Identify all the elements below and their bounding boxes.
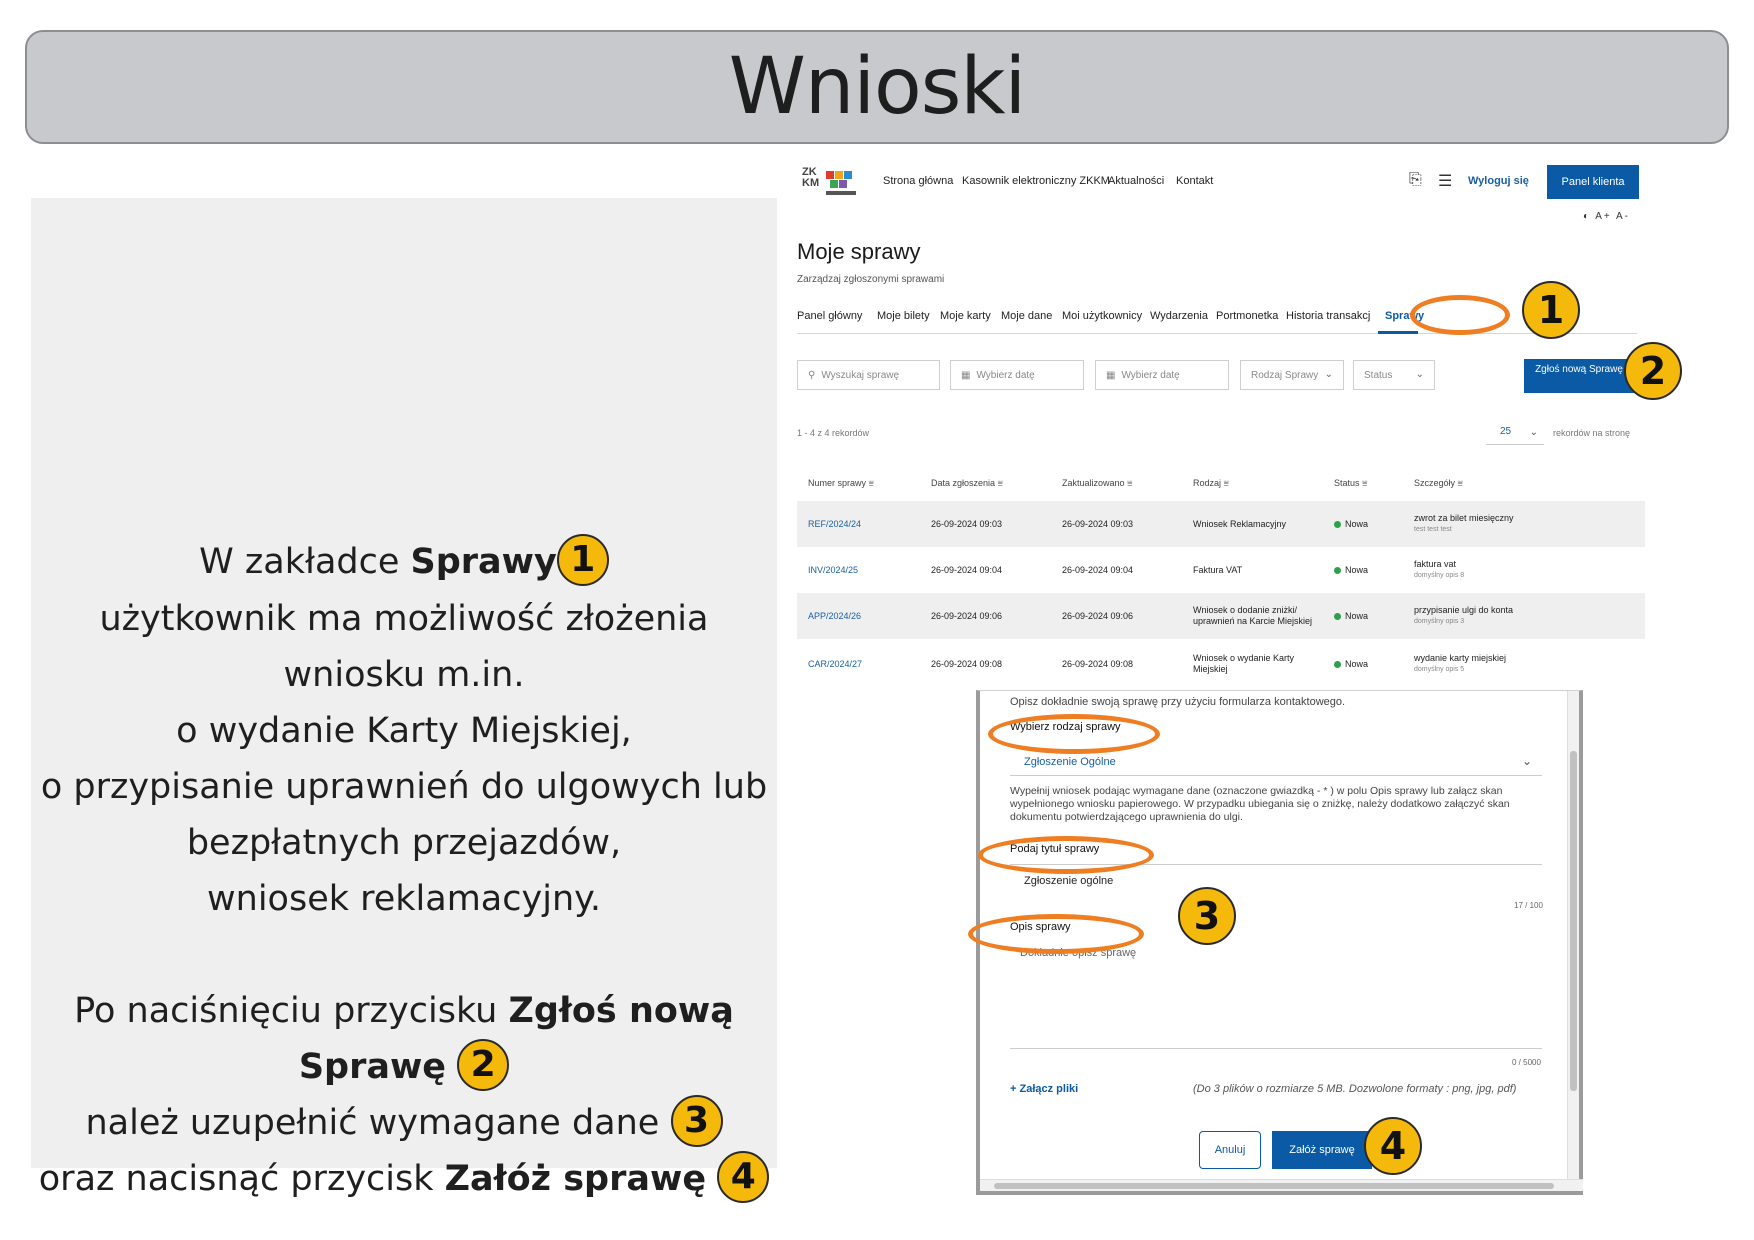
active-tab-indicator xyxy=(1378,331,1418,334)
add-case-button[interactable]: Zgłoś nową Sprawę xyxy=(1524,359,1634,393)
case-description-textarea[interactable]: Dokładnie opisz sprawę xyxy=(1010,941,1542,1049)
chevron-down-icon: ⌄ xyxy=(1324,369,1333,380)
modal-info: Wypełnij wniosek podając wymagane dane (… xyxy=(1010,785,1510,823)
app-screenshot: ZK KM Strona główna Kasownik elektronicz… xyxy=(790,155,1650,715)
tab-sprawy[interactable]: Sprawy xyxy=(1385,310,1424,322)
create-case-button[interactable]: Załóż sprawę xyxy=(1272,1131,1372,1169)
chevron-down-icon: ⌄ xyxy=(1415,369,1424,380)
tab-events[interactable]: Wydarzenia xyxy=(1150,310,1208,322)
instruction-line-3: wniosku m.in. xyxy=(283,655,525,695)
instruction-line-9: Sprawę 2 xyxy=(31,1039,777,1095)
tab-tickets[interactable]: Moje bilety xyxy=(877,310,930,322)
type-select[interactable]: Rodzaj Sprawy ⌄ xyxy=(1240,360,1344,390)
step-badge-1: 1 xyxy=(556,534,609,586)
page-subtitle: Zarządzaj zgłoszonymi sprawami xyxy=(797,274,945,285)
tab-users[interactable]: Moi użytkownicy xyxy=(1062,310,1142,322)
instruction-line-8: Po naciśnięciu przycisku Zgłoś nową xyxy=(74,991,734,1031)
search-input[interactable]: ⚲ Wyszukaj sprawę xyxy=(797,360,940,390)
case-type-select[interactable]: Zgłoszenie Ogólne ⌄ xyxy=(1010,746,1542,776)
case-description-label: Opis sprawy xyxy=(1010,921,1071,933)
instruction-line-2: użytkownik ma możliwość złożenia xyxy=(99,599,709,639)
table-row[interactable]: CAR/2024/27 26-09-2024 09:08 26-09-2024 … xyxy=(797,639,1645,685)
status-dot xyxy=(1334,613,1341,621)
description-char-count: 0 / 5000 xyxy=(1512,1058,1541,1067)
attach-files-button[interactable]: + Załącz pliki xyxy=(1010,1083,1078,1095)
nav-validator[interactable]: Kasownik elektroniczny ZKKM xyxy=(962,175,1110,187)
column-header[interactable]: Szczegóły ⩸ xyxy=(1414,478,1463,489)
client-panel-button[interactable]: Panel klienta xyxy=(1547,165,1639,199)
step-badge-3: 3 xyxy=(670,1095,723,1147)
nav-news[interactable]: Aktualności xyxy=(1108,175,1164,187)
messages-icon[interactable]: ☰ xyxy=(1438,171,1452,191)
instruction-line-11: oraz nacisnąć przycisk Załóż sprawę 4 xyxy=(31,1151,777,1207)
cancel-button[interactable]: Anuluj xyxy=(1199,1131,1261,1169)
status-dot xyxy=(1334,521,1341,529)
page-size-select[interactable]: 25 ⌄ xyxy=(1486,421,1544,445)
table-row[interactable]: REF/2024/24 26-09-2024 09:03 26-09-2024 … xyxy=(797,501,1645,547)
table-row[interactable]: INV/2024/25 26-09-2024 09:04 26-09-2024 … xyxy=(797,547,1645,593)
step-badge-2-app: 2 xyxy=(1624,342,1682,400)
instruction-line-4: o wydanie Karty Miejskiej, xyxy=(176,711,632,751)
wallet-icon[interactable]: ⎘ xyxy=(1409,171,1422,189)
title-char-count: 17 / 100 xyxy=(1514,901,1543,910)
slide-title-banner: Wnioski xyxy=(25,30,1729,144)
modal-intro: Opisz dokładnie swoją sprawę przy użyciu… xyxy=(1010,696,1346,708)
search-icon: ⚲ xyxy=(808,369,816,381)
case-title-input[interactable]: Zgłoszenie ogólne xyxy=(1010,864,1542,894)
page-size-label: rekordów na stronę xyxy=(1553,428,1631,438)
new-case-modal: Opisz dokładnie swoją sprawę przy użyciu… xyxy=(976,690,1583,1195)
slide-title: Wnioski xyxy=(728,42,1026,132)
chevron-down-icon: ⌄ xyxy=(1529,427,1538,438)
attach-hint: (Do 3 plików o rozmiarze 5 MB. Dozwolone… xyxy=(1193,1083,1517,1095)
calendar-icon: ▦ xyxy=(1106,369,1116,381)
date-to-field[interactable]: ▦ Wybierz datę xyxy=(1095,360,1229,390)
instruction-line-6: bezpłatnych przejazdów, xyxy=(186,823,622,863)
case-type-label: Wybierz rodzaj sprawy xyxy=(1010,721,1121,733)
column-header[interactable]: Rodzaj ⩸ xyxy=(1193,478,1229,489)
records-count: 1 - 4 z 4 rekordów xyxy=(797,428,870,438)
chevron-down-icon: ⌄ xyxy=(1521,754,1532,768)
column-header[interactable]: Status ⩸ xyxy=(1334,478,1368,489)
instruction-line-10: należ uzupełnić wymagane dane 3 xyxy=(31,1095,777,1151)
date-from-field[interactable]: ▦ Wybierz datę xyxy=(950,360,1084,390)
status-dot xyxy=(1334,567,1341,575)
zkkm-logo[interactable]: ZK KM xyxy=(802,165,862,205)
status-dot xyxy=(1334,661,1341,669)
instruction-line-1: W zakładce Sprawy 1 xyxy=(31,534,777,590)
column-header[interactable]: Data zgłoszenia ⩸ xyxy=(931,478,1003,489)
instruction-line-7: wniosek reklamacyjny. xyxy=(207,879,601,919)
step-badge-2: 2 xyxy=(457,1039,510,1091)
case-title-label: Podaj tytuł sprawy xyxy=(1010,843,1100,855)
step-badge-3-app: 3 xyxy=(1178,887,1236,945)
modal-vertical-scrollbar[interactable] xyxy=(1567,691,1579,1181)
sprawy-term: Sprawy xyxy=(410,542,557,582)
calendar-icon: ▦ xyxy=(961,369,971,381)
logout-link[interactable]: Wyloguj się xyxy=(1468,175,1529,187)
nav-home[interactable]: Strona główna xyxy=(883,175,953,187)
tab-data[interactable]: Moje dane xyxy=(1001,310,1052,322)
accessibility-controls[interactable]: ◐ A+ A- xyxy=(1583,211,1630,222)
instructions-panel: W zakładce Sprawy 1 użytkownik ma możliwo… xyxy=(31,198,777,1203)
step-badge-1-app: 1 xyxy=(1522,281,1580,339)
nav-contact[interactable]: Kontakt xyxy=(1176,175,1213,187)
page-title: Moje sprawy xyxy=(797,239,921,264)
step-badge-4: 4 xyxy=(717,1151,770,1203)
tab-cards[interactable]: Moje karty xyxy=(940,310,991,322)
tabs-divider xyxy=(797,333,1637,334)
modal-horizontal-scrollbar[interactable] xyxy=(980,1179,1583,1191)
column-header[interactable]: Numer sprawy ⩸ xyxy=(808,478,874,489)
tab-history[interactable]: Historia transakcji xyxy=(1286,310,1370,322)
step-badge-4-app: 4 xyxy=(1364,1117,1422,1175)
tab-wallet[interactable]: Portmonetka xyxy=(1216,310,1278,322)
column-header[interactable]: Zaktualizowano ⩸ xyxy=(1062,478,1133,489)
instruction-line-5: o przypisanie uprawnień do ulgowych lub xyxy=(40,767,768,807)
tab-dashboard[interactable]: Panel główny xyxy=(797,310,862,322)
table-row[interactable]: APP/2024/26 26-09-2024 09:06 26-09-2024 … xyxy=(797,593,1645,639)
status-select[interactable]: Status ⌄ xyxy=(1353,360,1435,390)
